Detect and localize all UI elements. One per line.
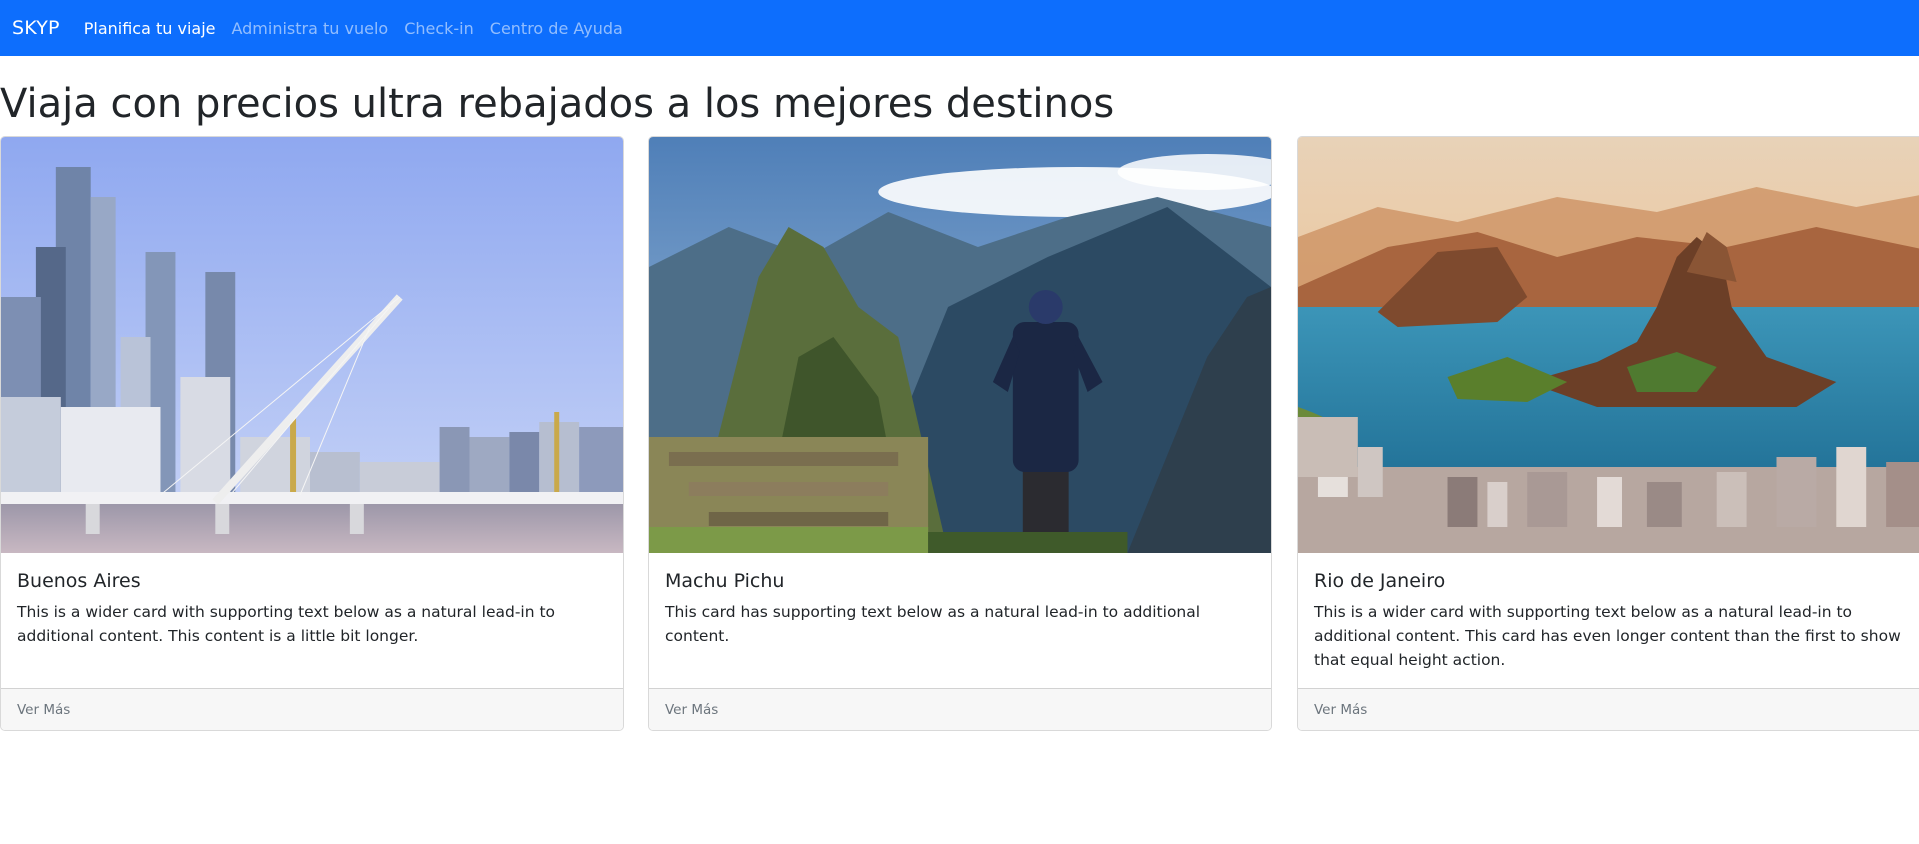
card-footer: Ver Más <box>1298 688 1919 730</box>
nav-link-administra[interactable]: Administra tu vuelo <box>231 19 388 38</box>
ver-mas-link[interactable]: Ver Más <box>665 702 718 718</box>
rio-de-janeiro-image <box>1298 137 1919 553</box>
card-title: Rio de Janeiro <box>1314 570 1446 592</box>
card-text: This card has supporting text below as a… <box>665 603 1201 645</box>
card-body: Buenos Aires This is a wider card with s… <box>17 570 607 648</box>
nav-link-checkin[interactable]: Check-in <box>404 19 474 38</box>
card-body: Machu Pichu This card has supporting tex… <box>665 570 1255 648</box>
ver-mas-link[interactable]: Ver Más <box>17 702 70 718</box>
ver-mas-link[interactable]: Ver Más <box>1314 702 1367 718</box>
card-title: Buenos Aires <box>17 570 141 592</box>
card-text: This is a wider card with supporting tex… <box>17 603 556 645</box>
buenos-aires-image <box>1 137 623 553</box>
card-footer: Ver Más <box>649 688 1271 730</box>
destination-card-machu-pichu: Machu Pichu This card has supporting tex… <box>648 136 1272 731</box>
card-text: This is a wider card with supporting tex… <box>1314 603 1901 669</box>
page-title: Viaja con precios ultra rebajados a los … <box>0 81 1115 127</box>
destination-card-rio-de-janeiro: Rio de Janeiro This is a wider card with… <box>1297 136 1919 731</box>
card-title: Machu Pichu <box>665 570 785 592</box>
navbar: SKYP Planifica tu viaje Administra tu vu… <box>0 0 1919 56</box>
nav-link-ayuda[interactable]: Centro de Ayuda <box>490 19 623 38</box>
machu-pichu-image <box>649 137 1271 553</box>
card-footer: Ver Más <box>1 688 623 730</box>
nav-link-planifica[interactable]: Planifica tu viaje <box>84 19 216 38</box>
card-body: Rio de Janeiro This is a wider card with… <box>1314 570 1919 672</box>
brand-logo[interactable]: SKYP <box>12 17 60 39</box>
destination-card-buenos-aires: Buenos Aires This is a wider card with s… <box>0 136 624 731</box>
